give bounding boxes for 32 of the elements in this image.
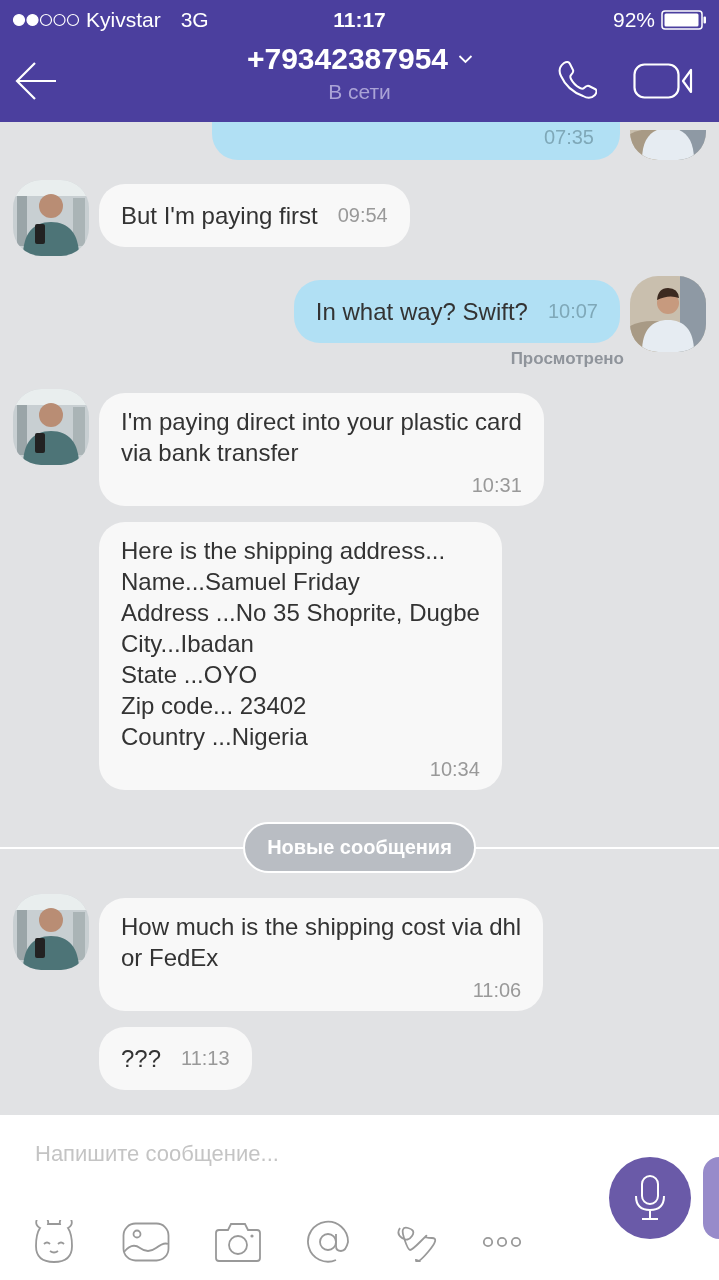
carrier-name: Kyivstar xyxy=(86,8,161,32)
message-time: 11:06 xyxy=(472,978,522,1003)
message-text: How much is the shipping cost via dhl or FedEx xyxy=(121,912,522,973)
message-time: 07:35 xyxy=(543,125,594,150)
message-time: 11:13 xyxy=(181,1046,230,1071)
network-type: 3G xyxy=(180,8,209,32)
message-text: In what way? Swift? xyxy=(315,297,528,327)
message-time: 10:31 xyxy=(471,473,522,498)
online-status: В сети xyxy=(328,80,391,104)
message-text: But I'm paying first xyxy=(121,201,318,231)
message-time: 09:54 xyxy=(337,203,388,228)
message-time: 10:34 xyxy=(429,757,480,782)
gallery-button[interactable] xyxy=(122,1222,170,1262)
seen-status: Просмотрено xyxy=(510,349,624,369)
message-text: ??? xyxy=(121,1044,162,1074)
message-text: I'm paying direct into your plastic card via bank transfer xyxy=(121,407,522,468)
battery-icon xyxy=(661,10,707,30)
more-button[interactable] xyxy=(482,1236,522,1248)
message-time: 10:07 xyxy=(547,299,598,324)
message-text: Here is the shipping address... Name...Samuel Friday Address ...No 35 Shoprite, Dugbe City...Ibadan State ...OYO Zip code... 23402 Country ...Nigeria xyxy=(121,536,480,752)
contact-title[interactable]: +79342387954 xyxy=(246,42,449,76)
microphone-icon[interactable] xyxy=(633,1174,667,1222)
signal-icon xyxy=(12,13,80,27)
back-button[interactable] xyxy=(14,61,58,101)
camera-button[interactable] xyxy=(214,1221,262,1263)
battery-percent: 92% xyxy=(612,8,655,32)
new-messages-divider: Новые сообщения xyxy=(243,821,476,873)
chevron-down-icon[interactable] xyxy=(458,54,473,64)
video-call-button[interactable] xyxy=(633,63,693,99)
mention-button[interactable] xyxy=(306,1220,350,1264)
status-time: 11:17 xyxy=(333,8,386,32)
side-button[interactable] xyxy=(703,1157,719,1239)
